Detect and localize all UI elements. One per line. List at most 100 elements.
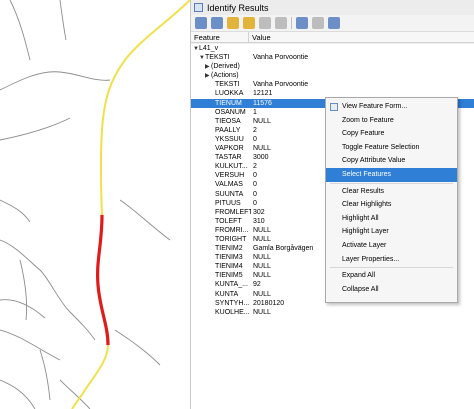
- attribute-value: 2: [253, 163, 257, 171]
- attribute-value: NULL: [253, 117, 271, 125]
- attribute-value: NULL: [253, 308, 271, 316]
- attribute-value: 0: [253, 190, 257, 198]
- clear-icon[interactable]: [243, 17, 255, 29]
- attribute-key: TIENIM4: [215, 263, 243, 271]
- attribute-value: NULL: [253, 263, 271, 271]
- menu-item-view-feature-form[interactable]: View Feature Form...: [326, 100, 457, 114]
- collapse-icon[interactable]: [211, 17, 223, 29]
- attribute-value: NULL: [253, 145, 271, 153]
- attribute-key: SYNTYH...: [215, 299, 250, 307]
- feature-key: TEKSTI: [205, 54, 230, 62]
- menu-item-activate-layer[interactable]: Activate Layer: [326, 239, 457, 253]
- layer-row[interactable]: ▼L41_v: [191, 44, 474, 53]
- attribute-value: 0: [253, 199, 257, 207]
- tree-header: Feature Value: [191, 32, 474, 43]
- attribute-value: NULL: [253, 290, 271, 298]
- identify-mode-icon[interactable]: [312, 17, 324, 29]
- attribute-key: TIENIM5: [215, 272, 243, 280]
- attribute-value: 302: [253, 208, 265, 216]
- form-icon: [330, 103, 338, 111]
- derived-row[interactable]: ▶(Derived): [191, 62, 474, 71]
- help-icon[interactable]: [328, 17, 340, 29]
- feature-row[interactable]: ▼TEKSTI Vanha Porvoontie: [191, 53, 474, 62]
- attribute-value: 0: [253, 135, 257, 143]
- attribute-value: 11576: [253, 99, 272, 107]
- panel-title: Identify Results: [207, 2, 269, 13]
- attribute-key: TIEOSA: [215, 117, 241, 125]
- attribute-value: Gamla Borgåvägen: [253, 245, 314, 253]
- attribute-key: LUOKKA: [215, 90, 244, 98]
- menu-item-expand-all[interactable]: Expand All: [326, 269, 457, 283]
- attribute-key: VAPKOR: [215, 145, 244, 153]
- attribute-key: TASTAR: [215, 154, 242, 162]
- attribute-value: 3000: [253, 154, 269, 162]
- attribute-value: 310: [253, 217, 265, 225]
- attribute-key: TORIGHT: [215, 235, 247, 243]
- column-feature[interactable]: Feature: [191, 32, 249, 42]
- attribute-value: 92: [253, 281, 261, 289]
- menu-separator: [330, 182, 453, 184]
- column-value[interactable]: Value: [249, 32, 271, 42]
- attribute-value: NULL: [253, 254, 271, 262]
- copy-icon[interactable]: [259, 17, 271, 29]
- expand-new-icon[interactable]: [227, 17, 239, 29]
- attribute-key: PAALLY: [215, 126, 241, 134]
- panel-toolbar: [191, 15, 474, 32]
- menu-item-highlight-all[interactable]: Highlight All: [326, 212, 457, 226]
- attribute-value: 2: [253, 126, 257, 134]
- settings-icon[interactable]: [296, 17, 308, 29]
- menu-item-highlight-layer[interactable]: Highlight Layer: [326, 225, 457, 239]
- attribute-key: OSANUM: [215, 108, 246, 116]
- attribute-value: 0: [253, 172, 257, 180]
- menu-item-toggle-feature-selection[interactable]: Toggle Feature Selection: [326, 141, 457, 155]
- menu-separator: [330, 267, 453, 269]
- attribute-key: TIENIM3: [215, 254, 243, 262]
- attribute-value: 1: [253, 108, 257, 116]
- layer-name: L41_v: [199, 45, 219, 52]
- attribute-key: KULKUT...: [215, 163, 248, 171]
- attribute-key: VERSUH: [215, 172, 245, 180]
- road-yellow-south: [71, 344, 109, 409]
- attribute-value: 20180120: [253, 299, 285, 307]
- print-icon[interactable]: [275, 17, 287, 29]
- menu-item-zoom-to-feature[interactable]: Zoom to Feature: [326, 114, 457, 128]
- attribute-value: NULL: [253, 272, 271, 280]
- menu-item-layer-properties[interactable]: Layer Properties...: [326, 253, 457, 267]
- attribute-key: TOLEFT: [215, 217, 242, 225]
- attribute-value: NULL: [253, 235, 271, 243]
- attribute-key: TIENUM: [215, 99, 242, 107]
- attribute-key: FROMLEFT: [215, 208, 251, 216]
- road-yellow-north: [99, 0, 190, 216]
- derived-label: (Derived): [211, 63, 240, 71]
- attribute-value: 12121: [253, 90, 273, 98]
- attribute-key: SUUNTA: [215, 190, 244, 198]
- feature-value: Vanha Porvoontie: [253, 54, 309, 62]
- actions-row[interactable]: ▶(Actions): [191, 71, 474, 80]
- panel-title-bar: Identify Results: [191, 0, 474, 15]
- attribute-key: KUOLHE...: [215, 308, 250, 316]
- menu-item-collapse-all[interactable]: Collapse All: [326, 283, 457, 297]
- attribute-key: PITUUS: [215, 199, 241, 207]
- map-canvas[interactable]: [0, 0, 190, 409]
- map-svg[interactable]: [0, 0, 190, 409]
- attribute-key: TEKSTI: [215, 81, 240, 89]
- menu-item-copy-feature[interactable]: Copy Feature: [326, 127, 457, 141]
- menu-item-copy-attribute-value[interactable]: Copy Attribute Value: [326, 154, 457, 168]
- attribute-row[interactable]: TEKSTI Vanha Porvoontie: [191, 80, 474, 89]
- attribute-value: NULL: [253, 226, 271, 234]
- attribute-key: FROMRI...: [215, 226, 249, 234]
- menu-item-clear-highlights[interactable]: Clear Highlights: [326, 198, 457, 212]
- attribute-row[interactable]: KUOLHE... NULL: [191, 308, 474, 317]
- expand-icon[interactable]: [195, 17, 207, 29]
- attribute-key: YKSSUU: [215, 135, 244, 143]
- app-root: Identify Results Feature Value ▼L41_v ▼T…: [0, 0, 474, 409]
- attribute-value: 0: [253, 181, 257, 189]
- menu-item-clear-results[interactable]: Clear Results: [326, 185, 457, 199]
- attribute-key: TIENIM2: [215, 245, 243, 253]
- attribute-key: KUNTA_...: [215, 281, 248, 289]
- menu-item-select-features[interactable]: Select Features: [326, 167, 457, 182]
- road-selected-red[interactable]: [96, 214, 110, 346]
- context-menu: View Feature Form... Zoom to Feature Cop…: [325, 97, 458, 303]
- attribute-key: VALMAS: [215, 181, 243, 189]
- identify-icon: [194, 3, 203, 12]
